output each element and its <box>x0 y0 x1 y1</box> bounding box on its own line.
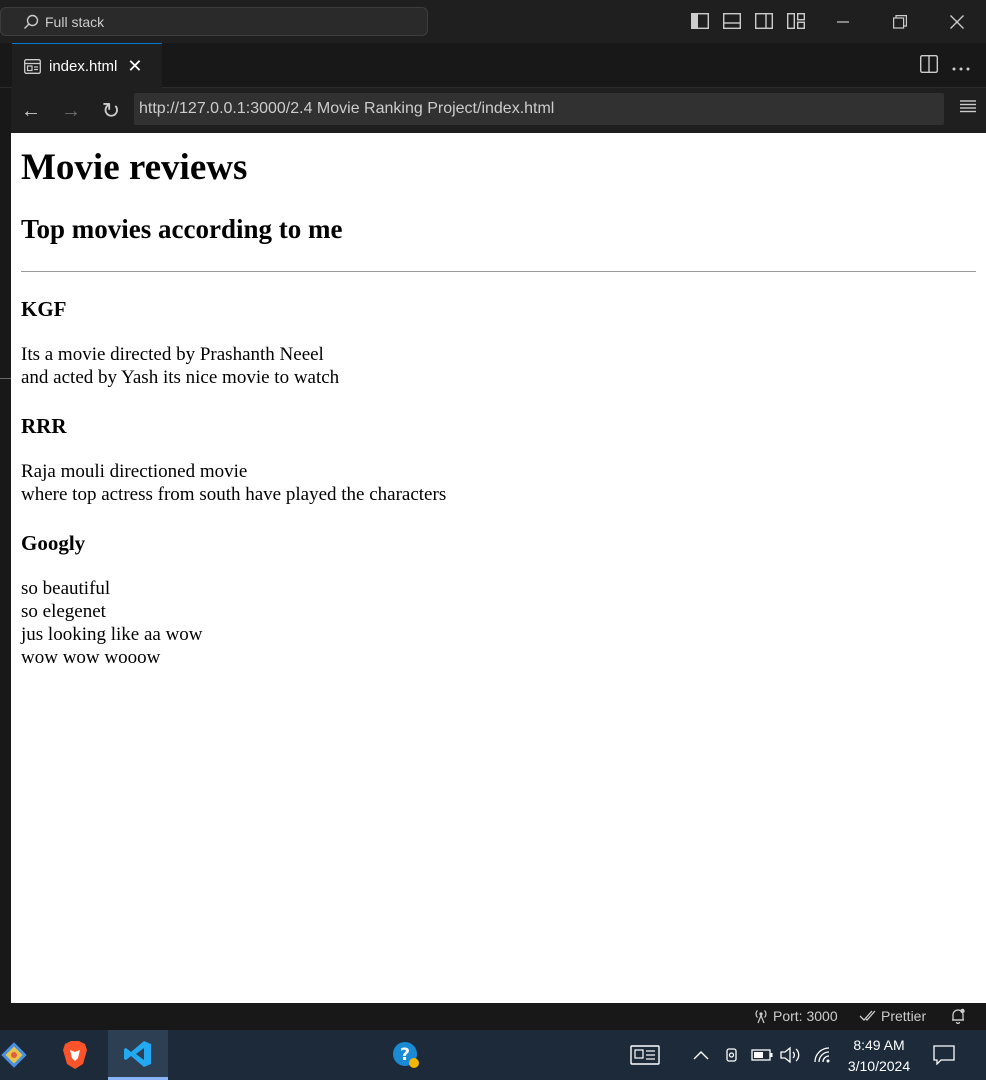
description-line: Raja mouli directioned movie <box>21 461 248 482</box>
description-line: so elegenet <box>21 601 106 622</box>
restore-icon <box>893 14 907 29</box>
minimize-icon <box>837 20 849 23</box>
taskbar-clock[interactable]: 8:49 AM 3/10/2024 <box>836 1035 922 1077</box>
divider <box>21 271 976 272</box>
clock-date: 3/10/2024 <box>847 1058 911 1074</box>
more-actions-icon[interactable] <box>952 58 970 76</box>
action-center-icon[interactable] <box>933 1030 955 1080</box>
movie-entry: KGF Its a movie directed by Prashanth Ne… <box>21 296 976 389</box>
browser-navbar: ← → ↻ http://127.0.0.1:3000/2.4 Movie Ra… <box>11 88 986 133</box>
tab-index-html[interactable]: index.html ✕ <box>12 43 162 88</box>
movie-entry: RRR Raja mouli directioned movie where t… <box>21 413 976 506</box>
movie-description: Its a movie directed by Prashanth Neeel … <box>21 343 976 389</box>
description-line: wow wow wooow <box>21 647 161 668</box>
svg-text:?: ? <box>400 1045 410 1065</box>
taskbar-app-help[interactable]: ? <box>376 1030 436 1080</box>
search-icon <box>23 14 39 30</box>
close-window-button[interactable] <box>928 0 986 43</box>
preview-icon <box>24 58 41 74</box>
movie-title: RRR <box>21 414 67 438</box>
git-app-icon <box>1 1042 27 1068</box>
description-line: where top actress from south have played… <box>21 484 447 505</box>
customize-layout-icon[interactable] <box>786 11 806 31</box>
page-subtitle: Top movies according to me <box>21 214 343 244</box>
tab-label: index.html <box>49 57 118 75</box>
description-line: jus looking like aa wow <box>21 624 203 645</box>
taskbar-app-git[interactable] <box>0 1030 44 1080</box>
description-line: Its a movie directed by Prashanth Neeel <box>21 344 324 365</box>
search-text: Full stack <box>45 13 105 30</box>
taskbar: ? 8:49 AM 3/10/2024 <box>0 1030 986 1080</box>
movie-title: KGF <box>21 297 67 321</box>
forward-button[interactable]: → <box>57 97 85 125</box>
page-title: Movie reviews <box>21 147 248 188</box>
prettier-label: Prettier <box>881 1008 927 1024</box>
movie-title: Googly <box>21 531 86 555</box>
volume-icon[interactable] <box>780 1030 802 1080</box>
port-status[interactable]: Port: 3000 <box>753 1008 838 1024</box>
split-editor-icon[interactable] <box>919 54 939 78</box>
clock-time: 8:49 AM <box>853 1037 905 1053</box>
address-bar[interactable]: http://127.0.0.1:3000/2.4 Movie Ranking … <box>134 93 944 125</box>
help-icon: ? <box>393 1042 419 1068</box>
toggle-secondary-sidebar-icon[interactable] <box>754 11 774 31</box>
wifi-icon[interactable] <box>813 1030 831 1080</box>
description-line: so beautiful <box>21 578 111 599</box>
restore-button[interactable] <box>871 0 929 43</box>
command-center-search[interactable]: Full stack <box>0 7 428 36</box>
tab-close-icon[interactable]: ✕ <box>127 56 142 77</box>
bell-icon <box>952 1008 965 1024</box>
reload-button[interactable]: ↻ <box>97 97 125 125</box>
news-widget-icon[interactable] <box>630 1030 660 1080</box>
camera-usage-icon[interactable] <box>724 1030 740 1080</box>
status-bar: Port: 3000 Prettier <box>0 1003 986 1030</box>
description-line: and acted by Yash its nice movie to watc… <box>21 367 340 388</box>
port-label: Port: 3000 <box>773 1008 838 1024</box>
battery-icon[interactable] <box>751 1030 773 1080</box>
browser-menu-icon[interactable] <box>960 99 976 118</box>
movie-description: so beautiful so elegenet jus looking lik… <box>21 577 976 669</box>
movie-description: Raja mouli directioned movie where top a… <box>21 460 976 506</box>
back-button[interactable]: ← <box>17 97 45 125</box>
toggle-panel-icon[interactable] <box>722 11 742 31</box>
vscode-icon <box>124 1040 151 1067</box>
broadcast-icon <box>755 1010 767 1024</box>
page-viewport: Movie reviews Top movies according to me… <box>11 133 986 1003</box>
notifications-button[interactable] <box>950 1008 966 1024</box>
sidebar-edge <box>0 88 11 1003</box>
close-icon <box>950 14 964 29</box>
taskbar-app-vscode[interactable] <box>108 1030 168 1080</box>
movie-entry: Googly so beautiful so elegenet jus look… <box>21 530 976 669</box>
tray-overflow-chevron-up-icon[interactable] <box>693 1030 709 1080</box>
toggle-primary-sidebar-icon[interactable] <box>690 11 710 31</box>
brave-icon <box>63 1041 87 1069</box>
taskbar-app-brave[interactable] <box>45 1030 105 1080</box>
title-bar: Full stack <box>0 0 986 43</box>
double-check-icon <box>859 1010 876 1021</box>
prettier-status[interactable]: Prettier <box>859 1008 926 1024</box>
editor-tab-bar: index.html ✕ <box>0 43 986 88</box>
minimize-button[interactable] <box>814 0 872 43</box>
